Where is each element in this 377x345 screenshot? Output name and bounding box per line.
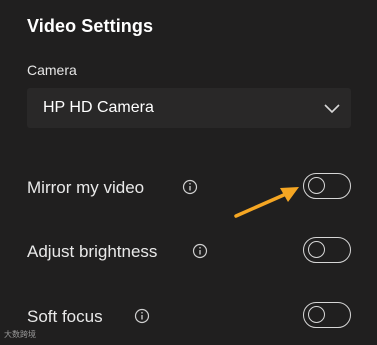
setting-row-mirror-video: Mirror my video (27, 173, 351, 203)
arrow-icon (234, 187, 299, 218)
setting-row-soft-focus: Soft focus (27, 302, 351, 332)
mirror-video-label: Mirror my video (27, 178, 145, 197)
video-settings-panel: Video Settings Camera HP HD Camera Mirro… (0, 0, 377, 345)
toggle-knob (308, 241, 325, 258)
setting-row-adjust-brightness: Adjust brightness (27, 237, 351, 267)
toggle-knob (308, 306, 325, 323)
info-icon[interactable] (134, 308, 150, 324)
camera-dropdown[interactable]: HP HD Camera (27, 88, 351, 128)
info-icon[interactable] (192, 243, 208, 259)
info-icon[interactable] (182, 179, 198, 195)
soft-focus-toggle[interactable] (303, 302, 351, 328)
camera-dropdown-value: HP HD Camera (43, 99, 154, 116)
adjust-brightness-toggle[interactable] (303, 237, 351, 263)
camera-label: Camera (27, 62, 77, 78)
watermark: 大数跨境 (4, 330, 36, 339)
adjust-brightness-label: Adjust brightness (27, 242, 158, 261)
chevron-down-icon (324, 104, 340, 114)
soft-focus-label: Soft focus (27, 307, 103, 326)
panel-title: Video Settings (27, 16, 154, 36)
toggle-knob (308, 177, 325, 194)
mirror-video-toggle[interactable] (303, 173, 351, 199)
